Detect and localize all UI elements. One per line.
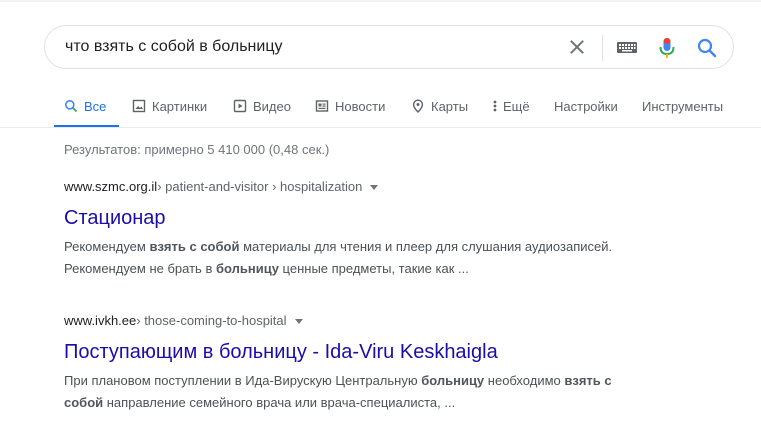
- tab-settings[interactable]: Настройки: [554, 96, 618, 116]
- result-snippet: Рекомендуем взять с собой материалы для …: [64, 236, 704, 280]
- search-result: www.szmc.org.il › patient-and-visitor › …: [64, 177, 704, 280]
- result-path: › patient-and-visitor › hospitalization: [157, 179, 363, 194]
- tab-images[interactable]: Картинки: [132, 96, 207, 116]
- snippet-text: необходимо: [484, 373, 565, 388]
- voice-search-button[interactable]: [657, 35, 677, 61]
- clear-button[interactable]: [565, 35, 589, 59]
- snippet-text: Рекомендуем: [64, 239, 150, 254]
- video-icon: [233, 99, 247, 113]
- snippet-text: При плановом поступлении в Ида-Вирускую …: [64, 373, 422, 388]
- snippet-keyword: больницу: [215, 261, 279, 276]
- tab-label: Картинки: [152, 98, 208, 114]
- search-result: www.ivkh.ee › those-coming-to-hospital П…: [64, 311, 704, 414]
- tab-label: Инструменты: [642, 98, 724, 114]
- search-button[interactable]: [695, 36, 719, 60]
- snippet-line: При плановом поступлении в Ида-Вирускую …: [64, 370, 704, 392]
- snippet-line: собой направление семейного врача или вр…: [64, 392, 704, 414]
- search-box[interactable]: [44, 25, 734, 69]
- search-icon: [697, 38, 717, 58]
- tab-all[interactable]: Все: [64, 96, 106, 116]
- tabs-divider: [0, 127, 761, 128]
- caret-down-icon[interactable]: [370, 184, 379, 190]
- result-domain: www.ivkh.ee: [64, 313, 137, 328]
- snippet-keyword: взять с собой: [149, 239, 240, 254]
- result-path: › those-coming-to-hospital: [136, 313, 287, 328]
- snippet-keyword: больницу: [421, 373, 485, 388]
- image-icon: [132, 99, 146, 113]
- tab-video[interactable]: Видео: [233, 96, 291, 116]
- tab-label: Все: [84, 98, 107, 114]
- result-stats: Результатов: примерно 5 410 000 (0,48 се…: [64, 142, 330, 157]
- snippet-keyword: взять с: [564, 373, 612, 388]
- snippet-text: направление семейного врача или врача-сп…: [103, 395, 456, 410]
- tab-label: Настройки: [554, 98, 618, 114]
- tab-maps[interactable]: Карты: [411, 96, 468, 116]
- snippet-line: Рекомендуем не брать в больницу ценные п…: [64, 258, 704, 280]
- tab-tools[interactable]: Инструменты: [642, 96, 723, 116]
- news-icon: [315, 99, 329, 113]
- snippet-keyword: собой: [64, 395, 104, 410]
- map-pin-icon: [411, 99, 425, 113]
- microphone-icon: [659, 38, 675, 58]
- search-results-page: Все Картинки Видео: [0, 0, 761, 434]
- search-icon: [64, 99, 78, 113]
- keyboard-icon: [617, 42, 637, 53]
- tab-label: Карты: [431, 98, 469, 114]
- more-vert-icon: [491, 99, 499, 113]
- caret-down-icon[interactable]: [294, 318, 303, 324]
- snippet-text: ценные предметы, такие как ...: [278, 261, 469, 276]
- close-icon: [570, 40, 584, 54]
- snippet-line: Рекомендуем взять с собой материалы для …: [64, 236, 704, 258]
- result-title-link[interactable]: Стационар: [64, 205, 704, 231]
- tab-label: Видео: [253, 98, 291, 114]
- search-tabs: Все Картинки Видео Новости Карты Ещё Нас…: [0, 86, 761, 128]
- tab-news[interactable]: Новости: [315, 96, 385, 116]
- result-domain: www.szmc.org.il: [64, 179, 158, 194]
- tab-label: Ещё: [503, 98, 530, 114]
- search-input[interactable]: [65, 37, 545, 57]
- snippet-text: Рекомендуем не брать в: [64, 261, 216, 276]
- result-snippet: При плановом поступлении в Ида-Вирускую …: [64, 370, 704, 414]
- tab-more[interactable]: Ещё: [491, 96, 530, 116]
- snippet-text: материалы для чтения и плеер для слушани…: [239, 239, 613, 254]
- result-url: www.szmc.org.il › patient-and-visitor › …: [64, 177, 704, 197]
- tab-label: Новости: [335, 98, 386, 114]
- top-edge: [0, 0, 761, 2]
- search-box-divider: [602, 35, 603, 61]
- keyboard-button[interactable]: [615, 37, 639, 57]
- result-url: www.ivkh.ee › those-coming-to-hospital: [64, 311, 704, 331]
- result-title-link[interactable]: Поступающим в больницу - Ida-Viru Keskha…: [64, 339, 704, 365]
